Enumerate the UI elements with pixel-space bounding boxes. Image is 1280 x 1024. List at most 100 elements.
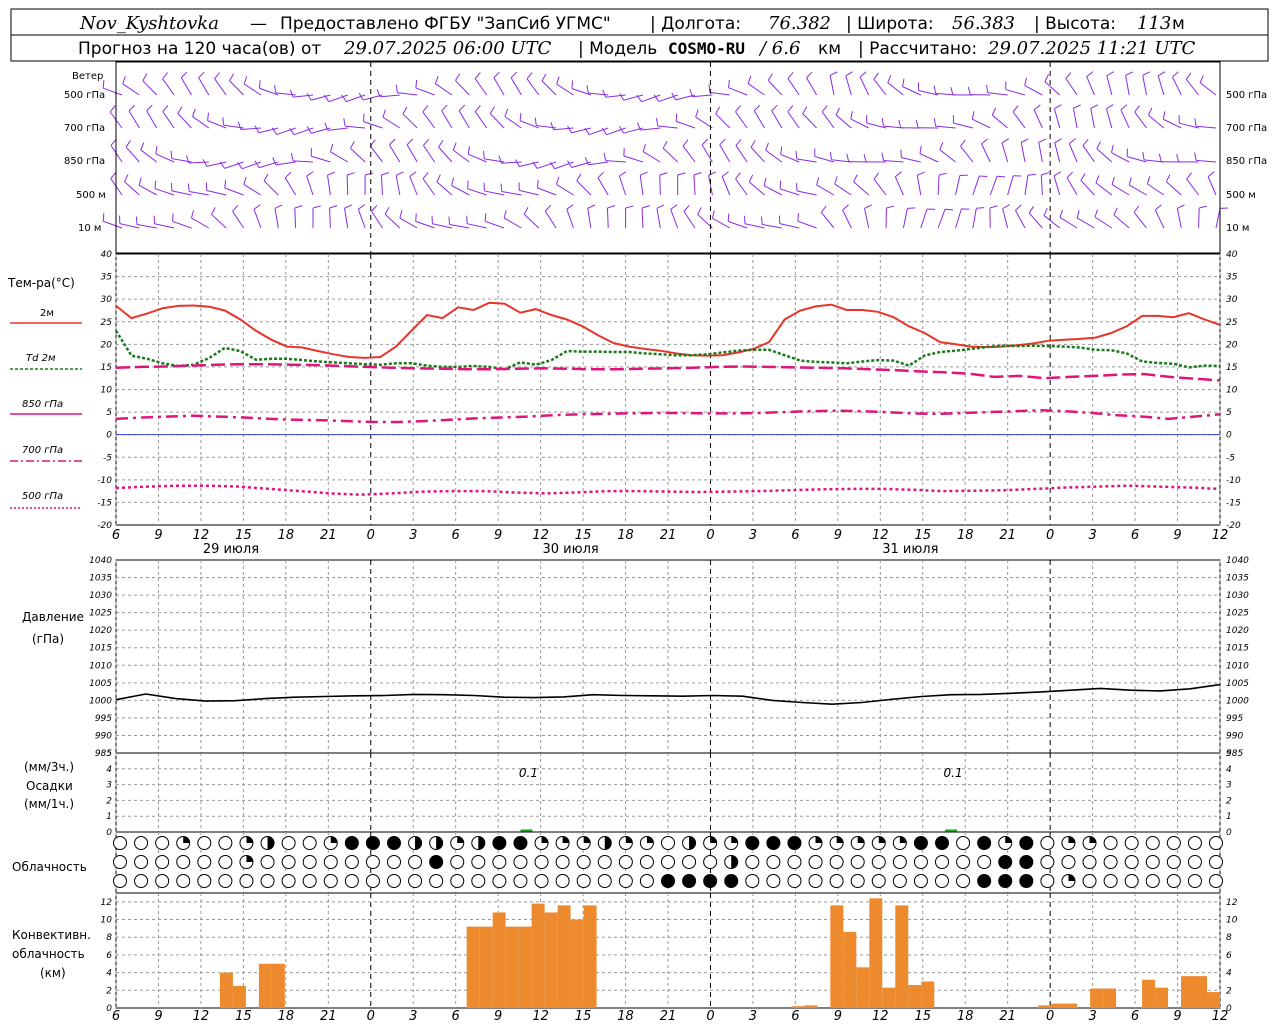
wind-barb-shaft xyxy=(501,191,522,196)
cloud-cover-circle xyxy=(239,874,254,888)
wind-barb-shaft xyxy=(171,190,192,196)
wind-barb-feather xyxy=(294,205,303,209)
wind-barb-feather xyxy=(458,104,466,112)
x-tick-label-bottom: 9 xyxy=(1173,1009,1181,1024)
wind-barb-feather xyxy=(330,143,334,152)
wind-barb-feather xyxy=(728,79,730,88)
wind-barb-shaft xyxy=(363,121,383,129)
pres-tick-label: 990 xyxy=(95,731,112,741)
cloud-cover-quarter xyxy=(836,836,844,843)
wind-barb-feather xyxy=(1185,72,1192,80)
cloud-cover-circle xyxy=(787,855,802,869)
altitude-unit: м xyxy=(1172,14,1185,34)
wind-barb-feather xyxy=(1194,118,1197,127)
cloud-cover-circle xyxy=(429,874,444,888)
cloud-cover-circle xyxy=(1040,855,1055,869)
cloud-cover-circle xyxy=(1019,874,1034,888)
temp-tick-label: 20 xyxy=(101,340,113,350)
wind-barb-feather xyxy=(1038,138,1047,143)
wind-barb-shaft xyxy=(441,110,453,129)
cloud-cover-circle xyxy=(260,855,275,869)
wind-barb-feather xyxy=(1066,171,1073,179)
wind-barb-feather xyxy=(1082,139,1089,146)
conv-tick-label-right: 6 xyxy=(1226,951,1232,961)
temp-tick-label-right: -15 xyxy=(1226,498,1241,508)
pres-tick-label: 1005 xyxy=(89,679,112,689)
temp-tick-label: 0 xyxy=(106,431,112,441)
pres-tick-label-right: 1010 xyxy=(1226,661,1249,671)
wind-barb-shaft xyxy=(519,189,539,196)
wind-barb-shaft xyxy=(198,77,210,96)
cloud-cover-quarter xyxy=(183,836,190,843)
wind-barb-shaft xyxy=(526,78,540,96)
wind-barb-shaft xyxy=(523,213,540,229)
cloud-cover-circle xyxy=(703,874,718,888)
cloud-cover-circle xyxy=(176,874,191,888)
wind-barb-feather xyxy=(567,125,572,134)
cloud-cover-circle xyxy=(450,874,465,888)
wind-barb-shaft xyxy=(787,111,800,129)
wind-barb-feather xyxy=(556,176,560,185)
wind-barb-shaft xyxy=(955,208,962,229)
cloud-cover-circle xyxy=(155,836,170,850)
wind-barb-shaft xyxy=(1113,214,1130,229)
wind-barb-shaft xyxy=(1044,81,1061,96)
x-tick-label: 12 xyxy=(872,528,889,543)
wind-barb-shaft xyxy=(142,80,158,96)
cloud-cover-circle xyxy=(808,855,823,869)
wind-barb-feather xyxy=(842,204,849,211)
pres-tick-label: 1015 xyxy=(89,644,112,654)
date-label: 30 июля xyxy=(543,542,599,557)
wind-barb-shaft xyxy=(406,144,418,163)
conv-cloud-bar xyxy=(219,972,233,1008)
conv-title-3: (км) xyxy=(40,966,66,980)
wind-barb-feather xyxy=(519,112,522,121)
wind-barb-shaft xyxy=(422,145,435,163)
prcp-tick-label: 3 xyxy=(106,781,112,791)
wind-barb-feather xyxy=(1120,104,1128,111)
conv-cloud-bar xyxy=(1155,987,1169,1008)
wind-barb-feather xyxy=(498,155,502,164)
cloud-cover-circle xyxy=(344,855,359,869)
cloud-cover-circle xyxy=(661,836,675,850)
cloud-cover-circle xyxy=(576,855,591,869)
wind-barb-shaft xyxy=(274,208,279,229)
wind-barb-feather xyxy=(693,172,702,176)
pres-tick-label-right: 1040 xyxy=(1226,556,1249,566)
wind-barb-feather xyxy=(384,207,390,215)
wind-barb-feather xyxy=(1176,153,1180,162)
wind-barb-feather xyxy=(1094,209,1098,218)
wind-barb-shaft xyxy=(154,223,175,229)
cloud-cover-quarter xyxy=(246,836,253,843)
wind-barb-feather xyxy=(1020,138,1029,143)
conv-cloud-bar xyxy=(1103,988,1117,1008)
cloud-cover-circle xyxy=(956,855,971,869)
wind-barb-shaft xyxy=(873,78,887,96)
cloud-cover-quarter xyxy=(1068,874,1075,881)
wind-barb-shaft xyxy=(1024,175,1029,196)
cloud-cover-circle xyxy=(1082,855,1097,869)
wind-barb-shaft xyxy=(544,210,557,229)
wind-barb-shaft xyxy=(796,158,817,163)
cloud-cover-circle xyxy=(682,874,697,888)
wind-barb-feather xyxy=(835,107,840,116)
conv-cloud-bar xyxy=(1090,988,1104,1008)
wind-barb-feather xyxy=(938,172,947,176)
temp-tick-label: 15 xyxy=(101,363,113,373)
cloud-cover-circle xyxy=(892,855,907,869)
wind-barb-feather xyxy=(263,173,269,182)
cloud-cover-circle xyxy=(597,874,612,888)
pres-tick-label-right: 1025 xyxy=(1226,609,1249,619)
wind-barb-feather xyxy=(207,112,210,121)
cloud-cover-circle xyxy=(281,874,296,888)
wind-barb-shaft xyxy=(327,127,348,131)
x-tick-label-bottom: 21 xyxy=(660,1009,677,1024)
wind-barb-feather xyxy=(820,205,827,213)
wind-barb-shaft xyxy=(1090,108,1095,129)
wind-barb-shaft xyxy=(1215,208,1221,229)
wind-barb-shaft xyxy=(1105,108,1113,129)
wind-barb-feather xyxy=(382,109,386,118)
wind-barb-feather xyxy=(406,138,414,146)
wind-barb-feather xyxy=(312,205,321,209)
wind-barb-shaft xyxy=(211,214,227,229)
